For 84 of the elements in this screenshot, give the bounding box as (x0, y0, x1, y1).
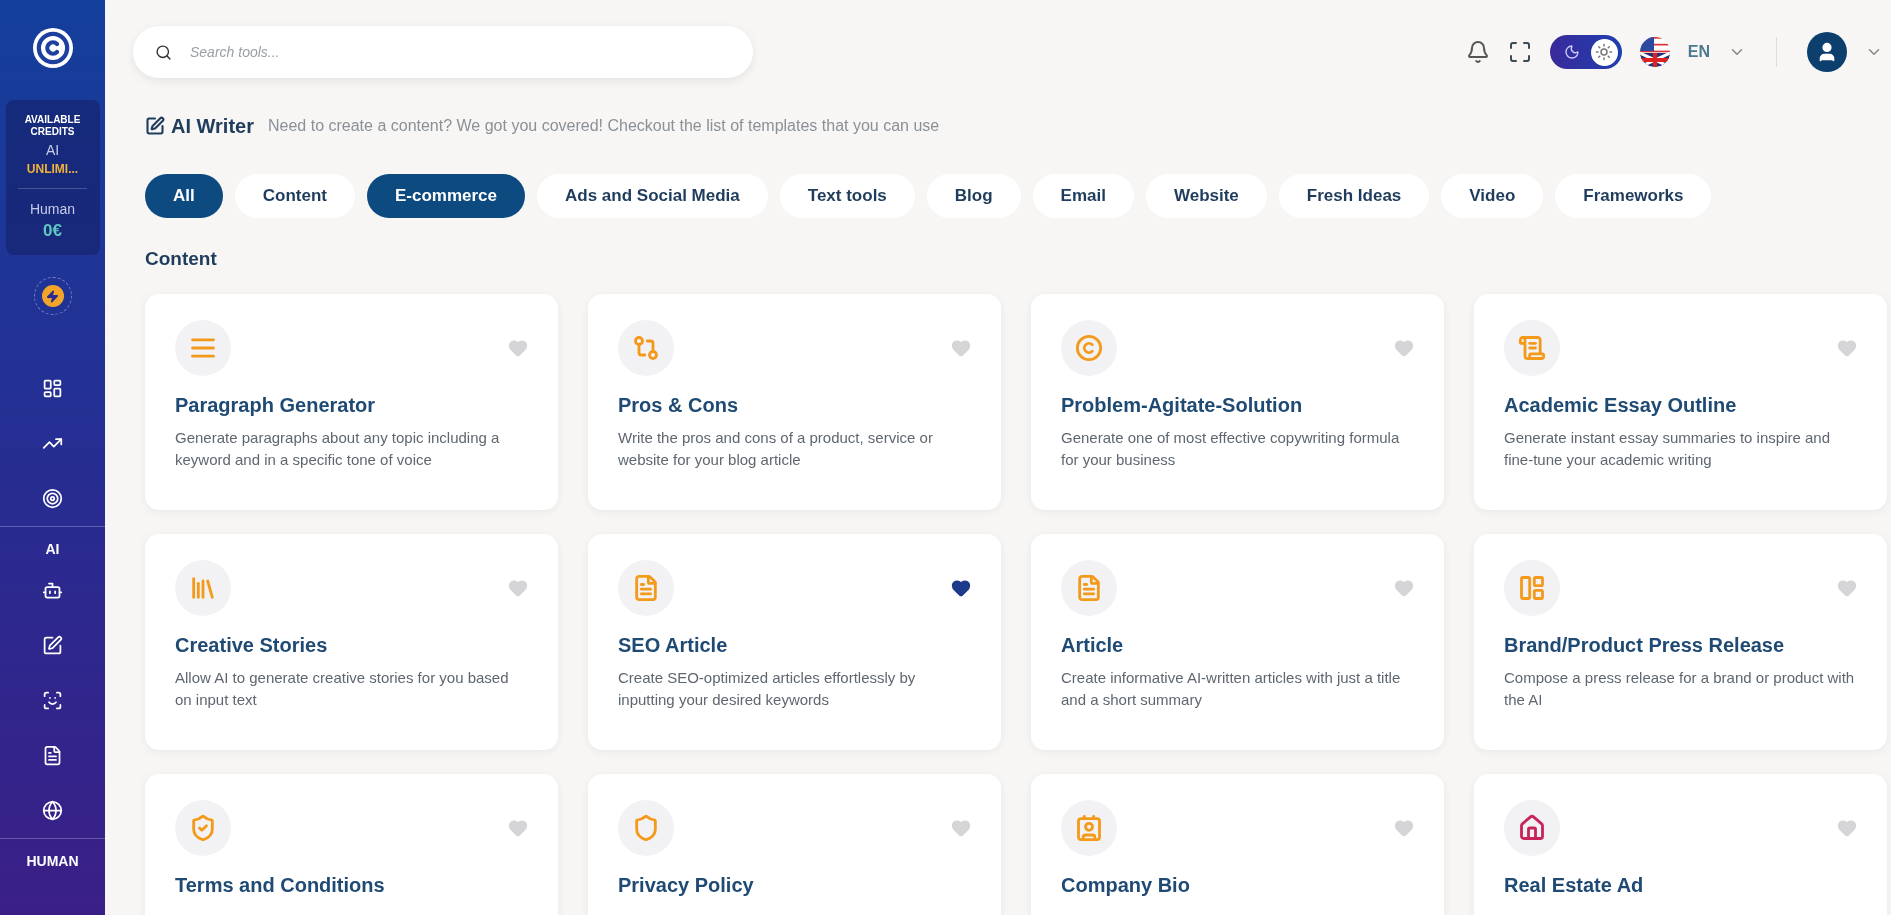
category-tab[interactable]: All (145, 174, 223, 218)
template-card[interactable]: Problem-Agitate-Solution Generate one of most effective copywriting formula for your business (1031, 294, 1444, 510)
category-tab[interactable]: Frameworks (1555, 174, 1712, 218)
layout-icon (1518, 574, 1546, 602)
file-icon[interactable] (42, 745, 63, 766)
dashboard-icon[interactable] (42, 378, 63, 399)
section-title: Content (145, 248, 218, 270)
template-card[interactable]: Terms and Conditions (145, 774, 558, 915)
shield-check-icon (189, 814, 217, 842)
template-card[interactable]: SEO Article Create SEO-optimized articles effortlessly by inputting your desired keywords (588, 534, 1001, 750)
scroll-icon (1518, 334, 1546, 362)
shield-icon (632, 814, 660, 842)
template-title: Problem-Agitate-Solution (1061, 394, 1304, 417)
category-tab[interactable]: Website (1145, 174, 1267, 218)
template-description: Generate paragraphs about any topic including a keyword and in a specific tone of voice (175, 428, 501, 470)
template-card[interactable]: Pros & Cons Write the pros and cons of a product, service or website for your blog article (588, 294, 1001, 510)
nav-section-label: HUMAN (26, 853, 79, 869)
template-title: SEO Article (618, 634, 729, 657)
template-description: Generate instant essay summaries to inspire and fine-tune your academic writing (1504, 428, 1831, 470)
category-tab[interactable]: Fresh Ideas (1278, 174, 1430, 218)
search-bar[interactable]: Search tools... (133, 26, 753, 78)
nav-section-label: AI (45, 541, 60, 557)
user-avatar[interactable] (1807, 32, 1847, 72)
id-card-icon (1075, 814, 1103, 842)
template-card[interactable]: Paragraph Generator Generate paragraphs about any topic including a keyword and in a specific tone of voice (145, 294, 558, 510)
edit-icon (145, 116, 165, 136)
template-card[interactable]: Article Create informative AI-written articles with just a title and a short summary (1031, 534, 1444, 750)
template-card[interactable]: Academic Essay Outline Generate instant essay summaries to inspire and fine-tune your academic writing (1474, 294, 1887, 510)
category-tab[interactable]: E-commerce (366, 174, 525, 218)
credits-title: AVAILABLE CREDITS (23, 114, 82, 138)
search-icon (155, 43, 172, 61)
template-card[interactable]: Company Bio (1031, 774, 1444, 915)
search-field[interactable]: Search tools... (188, 43, 731, 61)
page-subtitle: Need to create a content? We got you covered! Checkout the list of templates that you can use (268, 117, 940, 135)
globe-icon[interactable] (42, 800, 63, 821)
category-tab[interactable]: Ads and Social Media (537, 174, 768, 218)
template-title: Paragraph Generator (175, 394, 377, 417)
bot-icon[interactable] (42, 580, 63, 601)
template-card[interactable]: Creative Stories Allow AI to generate creative stories for you based on input text (145, 534, 558, 750)
theme-toggle[interactable] (1549, 35, 1622, 69)
category-tab[interactable]: Blog (926, 174, 1021, 218)
fullscreen-icon[interactable] (1507, 40, 1532, 64)
sun-icon (1595, 43, 1614, 61)
template-card[interactable]: Privacy Policy (588, 774, 1001, 915)
template-title: Real Estate Ad (1504, 874, 1645, 897)
human-credits-label: Human (29, 201, 76, 217)
template-title: Brand/Product Press Release (1504, 634, 1786, 657)
document-icon (1075, 574, 1103, 602)
flag-icon (1639, 37, 1670, 67)
template-description: Create SEO-optimized articles effortlessly by inputting your desired keywords (618, 668, 917, 710)
category-tab[interactable]: Text tools (779, 174, 915, 218)
page-title: AI Writer (171, 114, 254, 138)
template-description: Generate one of most effective copywriting formula for your business (1061, 428, 1401, 470)
heart-icon[interactable] (951, 578, 971, 598)
template-title: Pros & Cons (618, 394, 740, 417)
target-icon[interactable] (42, 488, 63, 509)
logo-icon[interactable] (32, 28, 73, 68)
document-icon (632, 574, 660, 602)
template-card[interactable]: Brand/Product Press Release Compose a press release for a brand or product with the AI (1474, 534, 1887, 750)
edit-icon[interactable] (42, 635, 63, 656)
template-description: Compose a press release for a brand or product with the AI (1504, 668, 1856, 710)
ai-credits-label: AI (45, 142, 60, 158)
template-title: Creative Stories (175, 634, 329, 657)
template-description: Create informative AI-written articles with just a title and a short summary (1061, 668, 1402, 710)
books-icon (189, 574, 217, 602)
category-tab[interactable]: Content (234, 174, 355, 218)
template-description: Write the pros and cons of a product, service or website for your blog article (618, 428, 934, 470)
template-title: Privacy Policy (618, 874, 755, 897)
moon-icon (1563, 44, 1580, 60)
ai-credits-value: UNLIMI... (26, 162, 79, 176)
category-tab[interactable]: Email (1032, 174, 1134, 218)
template-title: Company Bio (1061, 874, 1191, 897)
template-description: Allow AI to generate creative stories for you based on input text (175, 668, 510, 710)
human-credits-value: 0€ (43, 221, 62, 241)
language-label[interactable]: EN (1687, 43, 1710, 61)
template-card[interactable]: Real Estate Ad (1474, 774, 1887, 915)
house-icon (1518, 814, 1546, 842)
copyright-icon (1075, 334, 1103, 362)
template-title: Article (1061, 634, 1125, 657)
notification-bell-icon[interactable] (1465, 40, 1490, 64)
category-tab[interactable]: Video (1441, 174, 1544, 218)
template-title: Terms and Conditions (175, 874, 386, 897)
scan-icon[interactable] (42, 690, 63, 711)
template-title: Academic Essay Outline (1504, 394, 1738, 417)
